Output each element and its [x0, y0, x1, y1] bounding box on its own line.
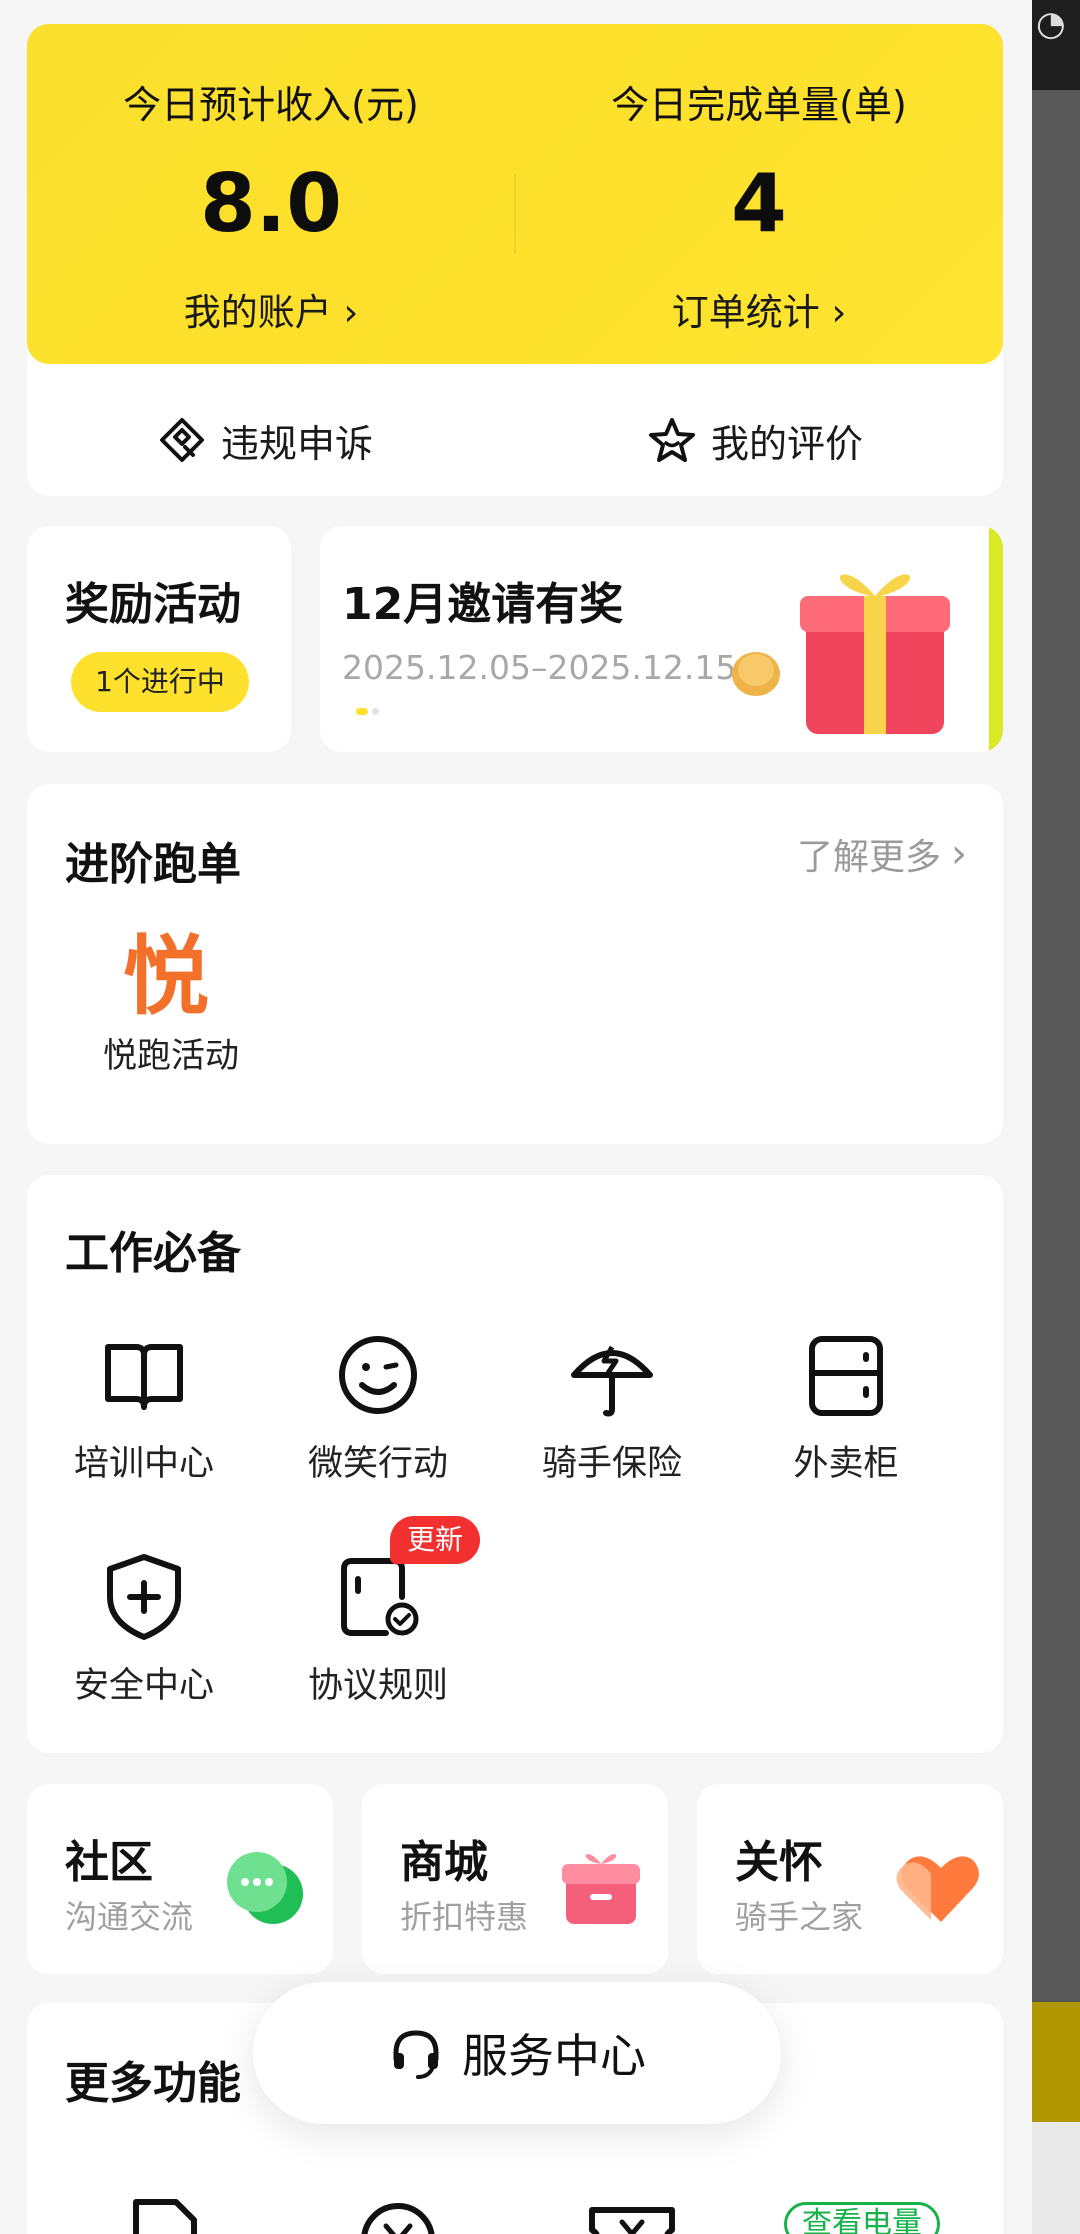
locker-label: 外卖柜 [793, 1444, 899, 1484]
smile-label: 微笑行动 [307, 1444, 448, 1484]
background-yellow-block [1032, 2002, 1080, 2122]
order-stats-link[interactable]: 订单统计 › [515, 282, 1003, 336]
smile-icon [339, 1336, 417, 1414]
sim-card-icon[interactable] [114, 2196, 214, 2234]
advanced-card: 进阶跑单 了解更多 › 悦 悦跑活动 [27, 784, 1003, 1144]
care-subtitle: 骑手之家 [735, 1898, 864, 1936]
service-label: 服务中心 [462, 2029, 646, 2083]
agreement-rules[interactable]: 协议规则 [261, 1547, 495, 1708]
mall-title: 商城 [400, 1837, 488, 1888]
safety-center[interactable]: 安全中心 [27, 1547, 261, 1708]
yuan-icon[interactable] [348, 2196, 448, 2234]
gift-box-icon [562, 1854, 640, 1924]
work-essentials-card: 工作必备 培训中心 微笑行动 骑手保险 外卖柜 安全中心 协议规则 [27, 1175, 1003, 1753]
mine-panel: 今日预计收入(元) 8.0 我的账户 › 今日完成单量(单) 4 订单统计 › … [0, 0, 1032, 2234]
heart-icon [896, 1856, 979, 1922]
income-stat: 今日预计收入(元) 8.0 我的账户 › [27, 24, 515, 364]
orders-value: 4 [731, 157, 787, 250]
book-icon [105, 1344, 183, 1410]
reward-title: 奖励活动 [65, 579, 241, 630]
income-value: 8.0 [200, 157, 342, 250]
banner-date: 2025.12.05–2025.12.15 [342, 648, 737, 687]
training-label: 培训中心 [73, 1444, 214, 1484]
my-review-button[interactable]: 我的评价 [647, 410, 863, 470]
mall-subtitle: 折扣特惠 [400, 1898, 529, 1936]
reward-activity-card[interactable]: 奖励活动 1个进行中 [27, 526, 291, 752]
care-card[interactable]: 关怀 骑手之家 [697, 1784, 1003, 1974]
check-battery-badge[interactable]: 查看电量 [784, 2202, 940, 2234]
locker-icon [809, 1336, 883, 1416]
more-title: 更多功能 [65, 2058, 241, 2109]
chevron-right-icon: › [951, 831, 967, 877]
update-badge: 更新 [390, 1516, 480, 1564]
reward-count-badge: 1个进行中 [71, 652, 249, 712]
gift-illustration [732, 574, 950, 734]
work-title: 工作必备 [65, 1228, 241, 1279]
insurance-label: 骑手保险 [541, 1444, 682, 1484]
shield-plus-icon [107, 1554, 181, 1640]
umbrella-icon [571, 1345, 653, 1417]
community-title: 社区 [65, 1837, 153, 1888]
stats-card: 今日预计收入(元) 8.0 我的账户 › 今日完成单量(单) 4 订单统计 › [27, 24, 1003, 364]
food-locker[interactable]: 外卖柜 [729, 1325, 963, 1486]
care-title: 关怀 [735, 1837, 823, 1888]
yue-run-label[interactable]: 悦跑活动 [91, 1028, 251, 1077]
background-page-strip: ◔ [1032, 0, 1080, 2234]
banner-title: 12月邀请有奖 [342, 579, 624, 630]
headset-icon [393, 2030, 439, 2079]
agreement-label: 协议规则 [307, 1666, 448, 1706]
income-label: 今日预计收入(元) [123, 83, 419, 127]
my-account-link[interactable]: 我的账户 › [27, 282, 515, 336]
smile-action[interactable]: 微笑行动 [261, 1325, 495, 1486]
learn-more-label: 了解更多 [796, 837, 941, 878]
mall-card[interactable]: 商城 折扣特惠 [362, 1784, 668, 1974]
yue-icon[interactable]: 悦 [123, 934, 209, 1020]
rider-insurance[interactable]: 骑手保险 [495, 1325, 729, 1486]
learn-more-link[interactable]: 了解更多 › [797, 828, 967, 880]
community-card[interactable]: 社区 沟通交流 [27, 1784, 333, 1974]
appeal-button[interactable]: 违规申诉 [157, 410, 373, 470]
location-icon: ◔ [1036, 4, 1066, 44]
review-label: 我的评价 [711, 421, 864, 466]
banner-next-peek [989, 526, 1003, 752]
carousel-dot-active [356, 708, 368, 715]
background-footer [1032, 2122, 1080, 2234]
appeal-icon [160, 418, 204, 462]
orders-stat: 今日完成单量(单) 4 订单统计 › [515, 24, 1003, 364]
chat-icon [227, 1852, 303, 1924]
appeal-label: 违规申诉 [221, 421, 374, 466]
service-center-button[interactable]: 服务中心 [253, 1982, 781, 2124]
coupon-icon[interactable] [582, 2196, 682, 2234]
orders-label: 今日完成单量(单) [611, 83, 907, 127]
training-center[interactable]: 培训中心 [27, 1325, 261, 1486]
background-header: ◔ [1032, 0, 1080, 90]
safety-label: 安全中心 [73, 1666, 214, 1706]
advanced-title: 进阶跑单 [65, 839, 241, 890]
star-icon [649, 418, 695, 462]
community-subtitle: 沟通交流 [65, 1898, 194, 1936]
carousel-dot [372, 708, 379, 715]
invite-banner[interactable]: 12月邀请有奖 2025.12.05–2025.12.15 [320, 526, 1003, 752]
